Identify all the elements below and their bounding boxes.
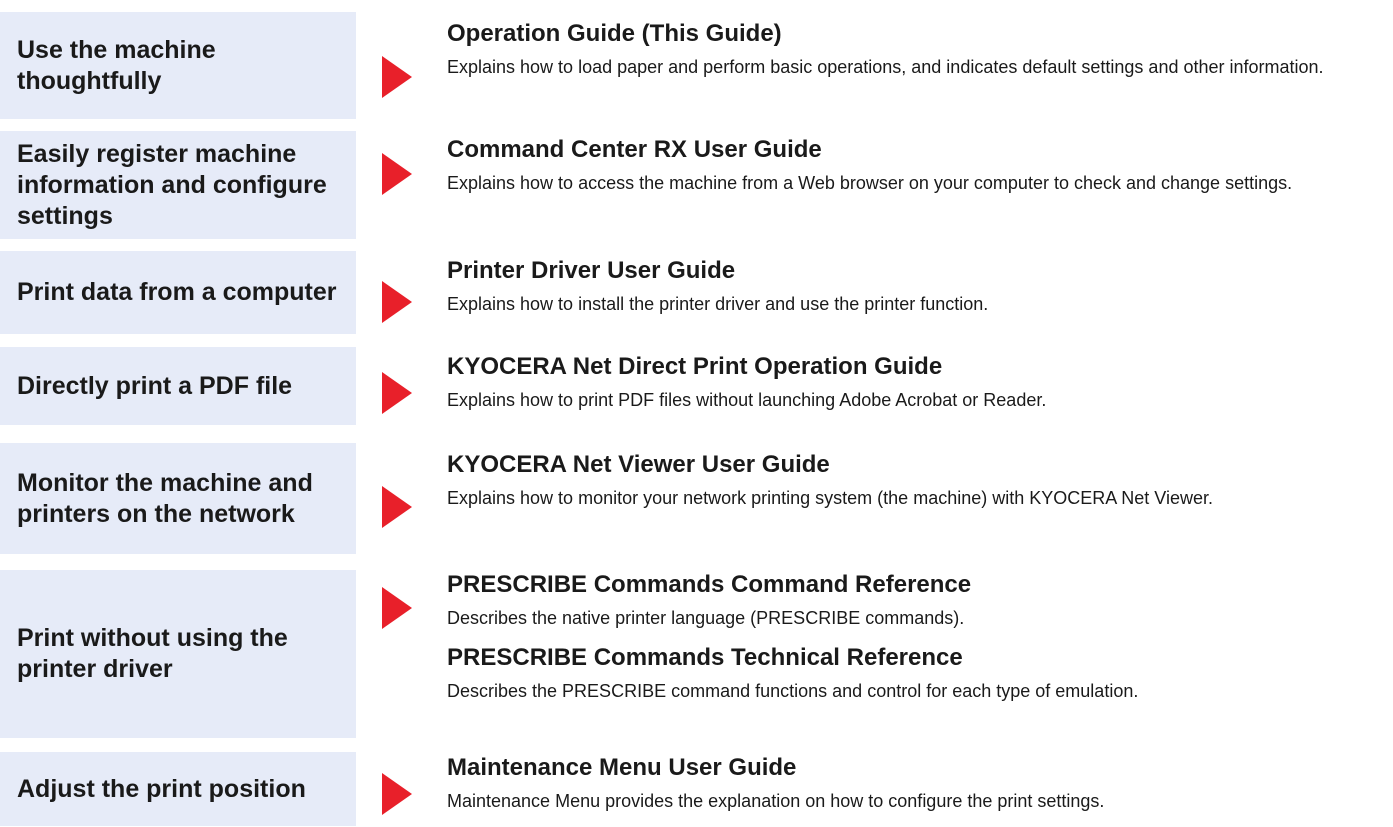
guide-description: Explains how to access the machine from … (447, 173, 1293, 193)
guide-title: KYOCERA Net Viewer User Guide (447, 451, 830, 478)
guide-list: Printer Driver User Guide Explains how t… (447, 256, 1383, 329)
guide-title: Maintenance Menu User Guide (447, 754, 797, 781)
guide-description: Explains how to load paper and perform b… (447, 57, 1324, 77)
task-label: Use the machine thoughtfully (0, 12, 356, 119)
guide-entry: Operation Guide (This Guide) Explains ho… (447, 19, 1383, 78)
guide-description: Describes the PRESCRIBE command function… (447, 681, 1139, 701)
task-label: Easily register machine information and … (0, 131, 356, 239)
task-label: Print data from a computer (0, 251, 356, 334)
guide-row: Adjust the print position Maintenance Me… (0, 752, 1393, 826)
guide-list: Maintenance Menu User Guide Maintenance … (447, 753, 1383, 826)
guide-title: PRESCRIBE Commands Command Reference (447, 571, 972, 598)
guide-entry: KYOCERA Net Direct Print Operation Guide… (447, 352, 1383, 411)
guide-list: KYOCERA Net Viewer User Guide Explains h… (447, 450, 1383, 523)
arrow-icon (382, 56, 412, 98)
guide-description: Maintenance Menu provides the explanatio… (447, 791, 1105, 811)
arrow-icon (382, 587, 412, 629)
guide-row: Print data from a computer Printer Drive… (0, 251, 1393, 334)
guide-entry: PRESCRIBE Commands Technical Reference D… (447, 643, 1383, 702)
arrow-icon (382, 153, 412, 195)
guide-entry: Command Center RX User Guide Explains ho… (447, 135, 1383, 194)
guide-entry: Maintenance Menu User Guide Maintenance … (447, 753, 1383, 812)
guide-row: Use the machine thoughtfully Operation G… (0, 12, 1393, 119)
guide-list: Command Center RX User Guide Explains ho… (447, 135, 1383, 208)
guide-row: Print without using the printer driver P… (0, 570, 1393, 738)
arrow-icon (382, 372, 412, 414)
task-label: Adjust the print position (0, 752, 356, 826)
guide-list: Operation Guide (This Guide) Explains ho… (447, 19, 1383, 92)
guide-description: Explains how to install the printer driv… (447, 294, 989, 314)
guide-row: Monitor the machine and printers on the … (0, 443, 1393, 554)
task-label: Print without using the printer driver (0, 570, 356, 738)
guide-description: Describes the native printer language (P… (447, 608, 965, 628)
arrow-icon (382, 773, 412, 815)
guide-list: KYOCERA Net Direct Print Operation Guide… (447, 352, 1383, 425)
guide-list: PRESCRIBE Commands Command Reference Des… (447, 570, 1383, 716)
guide-row: Easily register machine information and … (0, 131, 1393, 239)
guide-entry: KYOCERA Net Viewer User Guide Explains h… (447, 450, 1383, 509)
guide-entry: PRESCRIBE Commands Command Reference Des… (447, 570, 1383, 629)
task-label: Directly print a PDF file (0, 347, 356, 425)
guide-title: Operation Guide (This Guide) (447, 20, 782, 47)
task-label: Monitor the machine and printers on the … (0, 443, 356, 554)
guide-title: KYOCERA Net Direct Print Operation Guide (447, 353, 943, 380)
guide-description: Explains how to monitor your network pri… (447, 488, 1213, 508)
arrow-icon (382, 281, 412, 323)
guide-description: Explains how to print PDF files without … (447, 390, 1047, 410)
arrow-icon (382, 486, 412, 528)
guide-entry: Printer Driver User Guide Explains how t… (447, 256, 1383, 315)
guide-title: PRESCRIBE Commands Technical Reference (447, 644, 963, 671)
guide-title: Command Center RX User Guide (447, 136, 822, 163)
guide-row: Directly print a PDF file KYOCERA Net Di… (0, 347, 1393, 425)
guide-title: Printer Driver User Guide (447, 257, 736, 284)
